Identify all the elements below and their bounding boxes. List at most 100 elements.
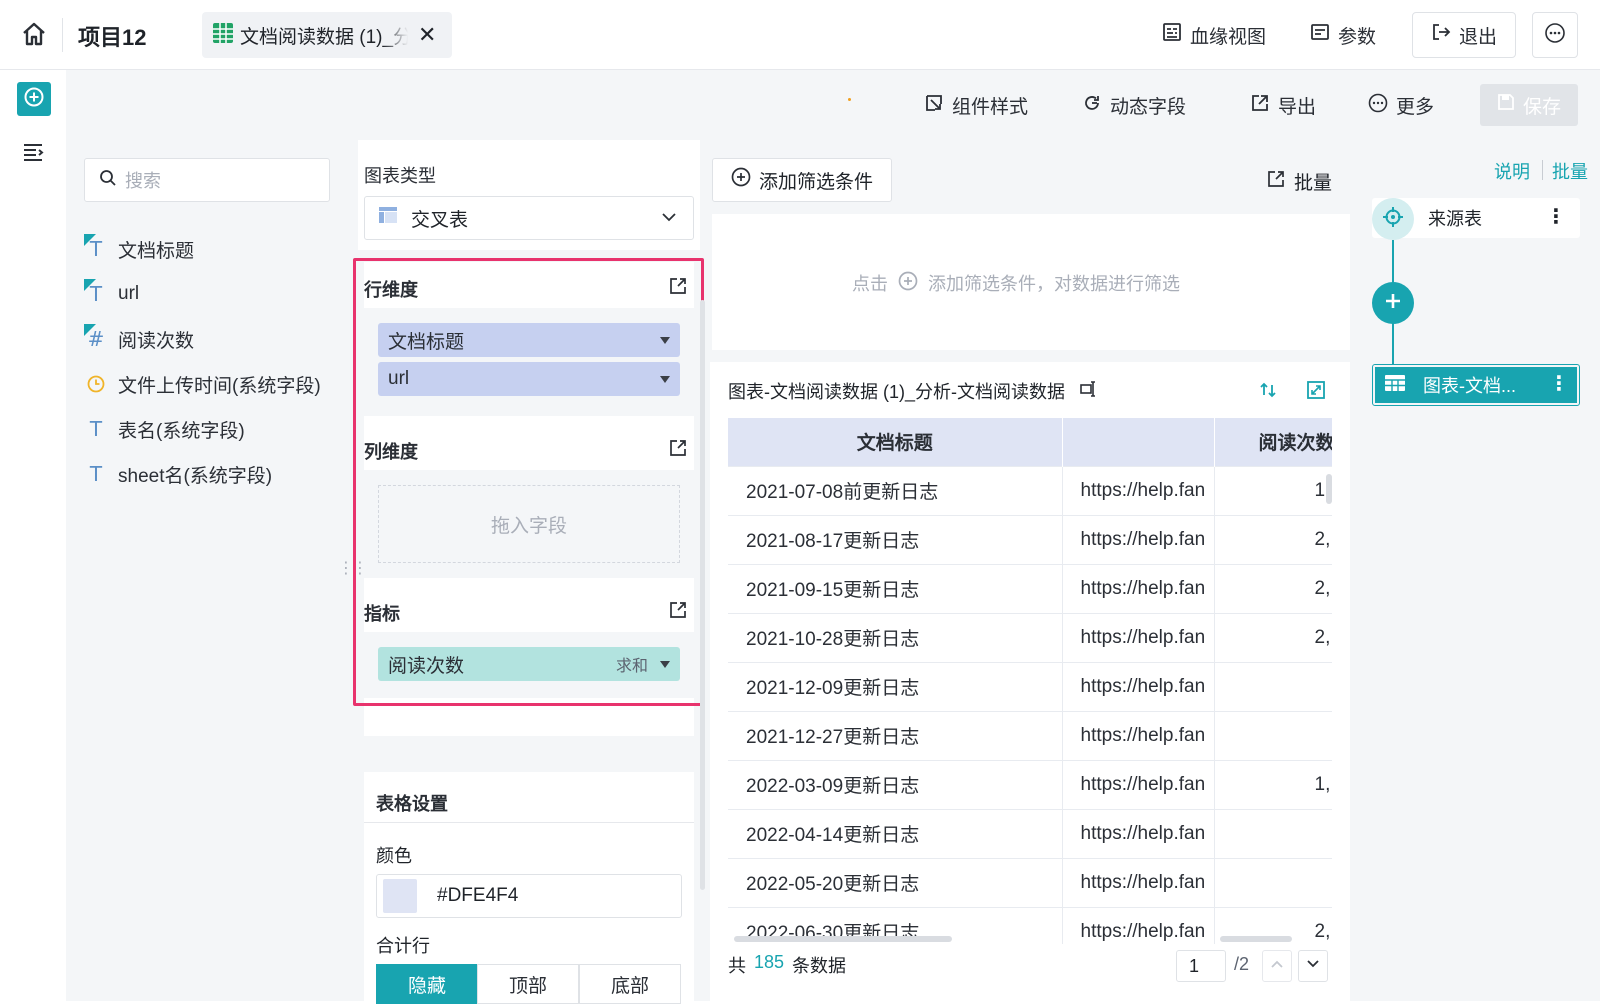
color-value: #DFE4F4 — [437, 885, 519, 906]
table-cell[interactable]: https://help.fan — [1062, 661, 1215, 711]
tab-label: 文档阅读数据 (1)_分 — [240, 26, 408, 48]
field-item[interactable]: T 表名(系统字段) — [84, 414, 245, 444]
field-item[interactable]: 文件上传时间(系统字段) — [84, 369, 321, 399]
tab-document[interactable]: 文档阅读数据 (1)_分 ✕ — [202, 12, 452, 58]
more-menu-button[interactable] — [1532, 12, 1578, 58]
table-row[interactable]: 2021-08-17更新日志 https://help.fan 2, — [728, 514, 1332, 564]
component-style-button[interactable]: 组件样式 — [924, 92, 1028, 119]
config-scrollbar[interactable] — [700, 300, 705, 890]
total-top-option[interactable]: 顶部 — [477, 964, 579, 1004]
field-item[interactable]: # 阅读次数 — [84, 324, 194, 354]
field-label: sheet名(系统字段) — [118, 465, 273, 487]
add-step-button[interactable] — [1372, 282, 1414, 324]
project-title: 项目12 — [78, 25, 147, 50]
chart-type-select[interactable]: 交叉表 — [364, 196, 694, 240]
table-row[interactable]: 2022-05-20更新日志 https://help.fan — [728, 857, 1332, 907]
total-hide-option[interactable]: 隐藏 — [376, 964, 478, 1004]
kebab-menu-icon[interactable]: ⋮ — [1546, 204, 1566, 229]
table-cell[interactable]: https://help.fan — [1062, 710, 1215, 760]
table-cell[interactable]: 2021-12-27更新日志 — [728, 710, 1063, 760]
next-page-button[interactable] — [1298, 950, 1328, 982]
table-cell[interactable]: 2021-07-08前更新日志 — [728, 465, 1063, 515]
hint-text: 添加筛选条件，对数据进行筛选 — [928, 274, 1180, 294]
text-type-icon: T — [89, 417, 103, 441]
close-icon[interactable]: ✕ — [418, 22, 436, 48]
data-table-viewport[interactable]: 文档标题 阅读次数 2021-07-08前更新日志 https://help.fa… — [728, 418, 1332, 944]
horizontal-scrollbar-2[interactable] — [1220, 936, 1292, 942]
column-header[interactable]: 阅读次数 — [1214, 418, 1332, 466]
table-cell[interactable]: 1, — [1214, 465, 1332, 515]
table-row[interactable]: 2022-03-09更新日志 https://help.fan 1, — [728, 759, 1332, 809]
dynamic-field-button[interactable]: 动态字段 — [1082, 92, 1186, 119]
table-row[interactable]: 2021-12-09更新日志 https://help.fan — [728, 661, 1332, 711]
table-cell[interactable] — [1214, 808, 1332, 858]
field-item[interactable]: Tsheet名(系统字段) — [84, 459, 272, 489]
fullscreen-icon[interactable] — [1306, 380, 1326, 405]
table-row[interactable]: 2021-10-28更新日志 https://help.fan 2, — [728, 612, 1332, 662]
text-cursor-icon[interactable] — [1079, 379, 1099, 404]
table-cell[interactable]: 2, — [1214, 612, 1332, 662]
table-cell[interactable]: 1, — [1214, 759, 1332, 809]
table-cell[interactable]: https://help.fan — [1062, 759, 1215, 809]
more-button[interactable]: 更多 — [1368, 92, 1434, 119]
prev-page-button[interactable] — [1262, 950, 1292, 982]
filter-batch-label: 批量 — [1294, 173, 1333, 194]
table-cell[interactable]: 2021-10-28更新日志 — [728, 612, 1063, 662]
table-cell[interactable]: 2, — [1214, 514, 1332, 564]
plus-circle-icon — [23, 86, 45, 113]
horizontal-scrollbar[interactable] — [734, 936, 952, 942]
exit-button[interactable]: 退出 — [1412, 12, 1517, 58]
top-bar: 项目12 文档阅读数据 (1)_分 ✕ 血缘视图 参数 退出 — [0, 0, 1600, 70]
table-cell[interactable]: https://help.fan — [1062, 906, 1215, 944]
explain-link[interactable]: 说明 — [1494, 158, 1530, 184]
table-cell[interactable]: 2022-04-14更新日志 — [728, 808, 1063, 858]
column-header[interactable] — [1061, 418, 1215, 466]
page-input[interactable]: 1 — [1176, 950, 1226, 982]
total-bottom-option[interactable]: 底部 — [579, 964, 681, 1004]
add-filter-button[interactable]: 添加筛选条件 — [712, 158, 892, 202]
table-cell[interactable]: https://help.fan — [1062, 563, 1215, 613]
table-cell[interactable]: https://help.fan — [1062, 465, 1215, 515]
text-type-icon: T — [89, 462, 103, 486]
chart-node[interactable]: 图表-文档... ⋮ — [1372, 364, 1580, 406]
table-cell[interactable]: 2021-08-17更新日志 — [728, 514, 1063, 564]
home-icon[interactable] — [20, 20, 48, 53]
export-button[interactable]: 导出 — [1250, 92, 1316, 119]
save-button[interactable]: 保存 — [1480, 84, 1578, 126]
table-row[interactable]: 2021-09-15更新日志 https://help.fan 2, — [728, 563, 1332, 613]
color-picker[interactable]: #DFE4F4 — [376, 874, 682, 918]
resize-handle-icon[interactable]: ⋮⋮ — [338, 558, 368, 578]
color-swatch[interactable] — [383, 879, 417, 913]
exit-icon — [1431, 22, 1451, 48]
vertical-scrollbar[interactable] — [1326, 474, 1332, 504]
sort-arrows-icon[interactable] — [1258, 380, 1278, 405]
table-row[interactable]: 2021-07-08前更新日志 https://help.fan 1, — [728, 465, 1332, 515]
table-cell[interactable]: https://help.fan — [1062, 612, 1215, 662]
flow-batch-link[interactable]: 批量 — [1552, 158, 1588, 184]
add-component-button[interactable] — [17, 82, 51, 116]
table-cell[interactable]: https://help.fan — [1062, 514, 1215, 564]
search-input[interactable]: 搜索 — [84, 158, 330, 202]
outline-menu-icon[interactable] — [22, 142, 44, 167]
table-cell[interactable]: 2022-05-20更新日志 — [728, 857, 1063, 907]
table-cell[interactable]: 2021-12-09更新日志 — [728, 661, 1063, 711]
params-button[interactable]: 参数 — [1310, 18, 1376, 52]
chart-title[interactable]: 图表-文档阅读数据 (1)_分析-文档阅读数据 — [728, 378, 1065, 404]
table-cell[interactable]: https://help.fan — [1062, 857, 1215, 907]
table-row[interactable]: 2022-04-14更新日志 https://help.fan — [728, 808, 1332, 858]
field-item[interactable]: T 文档标题 — [84, 234, 194, 264]
column-header[interactable]: 文档标题 — [728, 418, 1062, 466]
flow-panel — [1368, 140, 1600, 1001]
filter-batch-button[interactable]: 批量 — [1266, 168, 1332, 195]
table-cell[interactable] — [1214, 857, 1332, 907]
table-cell[interactable] — [1214, 710, 1332, 760]
table-cell[interactable]: https://help.fan — [1062, 808, 1215, 858]
table-cell[interactable]: 2, — [1214, 563, 1332, 613]
table-row[interactable]: 2021-12-27更新日志 https://help.fan — [728, 710, 1332, 760]
lineage-view-button[interactable]: 血缘视图 — [1162, 18, 1266, 52]
kebab-menu-icon[interactable]: ⋮ — [1549, 371, 1569, 396]
table-cell[interactable]: 2022-03-09更新日志 — [728, 759, 1063, 809]
field-item[interactable]: Turl — [84, 279, 139, 309]
table-cell[interactable]: 2021-09-15更新日志 — [728, 563, 1063, 613]
table-cell[interactable] — [1214, 661, 1332, 711]
